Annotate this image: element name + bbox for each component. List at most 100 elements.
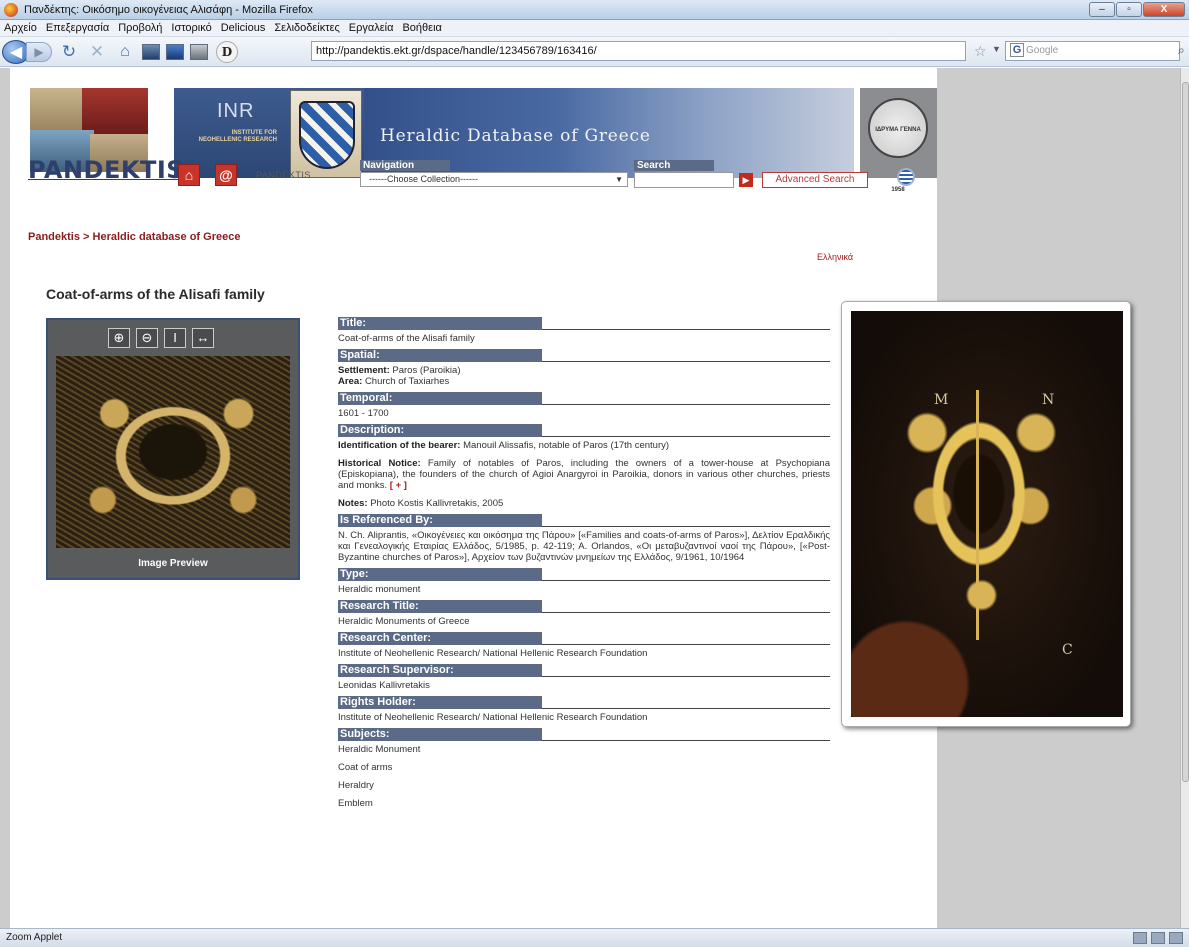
subject-item[interactable]: Coat of arms [338, 759, 830, 777]
subject-item[interactable]: Heraldry [338, 777, 830, 795]
status-bar: Zoom Applet [0, 928, 1189, 947]
image-letter-m: M [934, 392, 949, 408]
field-value-rights-holder: Institute of Neohellenic Research/ Natio… [338, 712, 648, 723]
search-go-button[interactable]: ▶ [739, 173, 753, 187]
menu-history[interactable]: Ιστορικό [171, 22, 211, 34]
coat-of-arms-photo [851, 311, 1123, 717]
field-value-notes: Notes: Photo Kostis Kallivretakis, 2005 [338, 498, 504, 509]
greek-flag-icon[interactable] [897, 168, 915, 186]
advanced-search-button[interactable]: Advanced Search [762, 172, 868, 188]
field-header-subjects: Subjects: [338, 728, 830, 741]
fit-width-icon[interactable]: ↔ [192, 328, 214, 348]
bookmark-star-icon[interactable]: ☆ [974, 43, 987, 60]
inr-subtitle: INSTITUTE FOR NEOHELLENIC RESEARCH [198, 130, 277, 143]
field-value-identification: Identification of the bearer: Manouil Al… [338, 440, 670, 451]
minimize-button[interactable]: – [1089, 2, 1115, 17]
field-value-temporal: 1601 - 1700 [338, 408, 389, 419]
search-icon[interactable]: ⌕ [1178, 43, 1185, 58]
metadata-list: Title: Coat-of-arms of the Alisafi famil… [338, 316, 830, 813]
menu-help[interactable]: Βοήθεια [402, 22, 441, 34]
cross-staff [976, 390, 979, 640]
field-header-referenced-by: Is Referenced By: [338, 514, 830, 527]
image-letter-n: N [1042, 392, 1055, 408]
field-header-type: Type: [338, 568, 830, 581]
fit-height-icon[interactable]: I [164, 328, 186, 348]
contact-email-icon[interactable]: @ [215, 164, 237, 186]
close-button[interactable]: X [1143, 2, 1185, 17]
preview-caption: Image Preview [138, 558, 208, 569]
status-addon-icon-2[interactable] [1151, 932, 1165, 944]
collection-select[interactable]: ------Choose Collection------ ▼ [360, 172, 628, 187]
stop-icon[interactable]: ✕ [86, 41, 108, 63]
field-value-spatial: Settlement: Paros (Paroikia) Area: Churc… [338, 365, 461, 387]
site-favicon-icon: D [216, 40, 238, 63]
collection-select-value: ------Choose Collection------ [369, 174, 479, 184]
scrollbar-thumb[interactable] [1182, 82, 1189, 782]
field-header-title: Title: [338, 317, 830, 330]
vertical-scrollbar[interactable] [1180, 68, 1189, 928]
field-value-research-center: Institute of Neohellenic Research/ Natio… [338, 648, 648, 659]
page-title: Coat-of-arms of the Alisafi family [46, 286, 265, 302]
subject-item[interactable]: Emblem [338, 795, 830, 813]
menu-edit[interactable]: Επεξεργασία [46, 22, 109, 34]
field-value-referenced-by: N. Ch. Aliprantis, «Οικογένειες και οικό… [338, 530, 830, 563]
coat-of-arms-preview-image[interactable] [56, 356, 290, 548]
home-icon[interactable]: ⌂ [114, 41, 136, 63]
inr-logo: INR [217, 100, 255, 122]
maximize-button[interactable]: ▫ [1116, 2, 1142, 17]
field-header-research-center: Research Center: [338, 632, 830, 645]
chevron-down-icon[interactable]: ▼ [615, 173, 623, 186]
toolbar-addon-icon-2[interactable] [166, 43, 184, 60]
menu-bar: Αρχείο Επεξεργασία Προβολή Ιστορικό Deli… [0, 20, 1189, 37]
browser-search-input[interactable]: G Google [1005, 41, 1180, 61]
url-bar[interactable]: http://pandektis.ekt.gr/dspace/handle/12… [311, 41, 966, 61]
shield-image [290, 90, 362, 178]
field-header-research-title: Research Title: [338, 600, 830, 613]
foundation-seal-logo: ΙΔΡΥΜΑ ΓΕΝΝΑ 1958 [868, 98, 928, 193]
pandektis-link[interactable]: PANDEKTIS [256, 170, 311, 180]
search-placeholder: Google [1026, 45, 1059, 56]
zoomed-coat-of-arms-image[interactable]: M N C [841, 301, 1131, 727]
menu-view[interactable]: Προβολή [118, 22, 162, 34]
toolbar-addon-icon[interactable] [142, 43, 160, 60]
browser-viewport: INR INSTITUTE FOR NEOHELLENIC RESEARCH H… [0, 68, 1180, 928]
field-header-description: Description: [338, 424, 830, 437]
field-header-research-supervisor: Research Supervisor: [338, 664, 830, 677]
menu-delicious[interactable]: Delicious [221, 22, 266, 34]
site-search-input[interactable] [634, 172, 734, 188]
image-preview-panel: ⊕ ⊖ I ↔ Image Preview [46, 318, 300, 580]
preview-toolbar: ⊕ ⊖ I ↔ [108, 328, 214, 348]
status-addon-icon-3[interactable] [1169, 932, 1183, 944]
image-letter-c: C [1062, 642, 1073, 658]
navigation-label: Navigation [360, 160, 450, 171]
pandektis-logo[interactable]: PANDEKTIS [28, 156, 184, 184]
zoom-in-icon[interactable]: ⊕ [108, 328, 130, 348]
field-header-rights-holder: Rights Holder: [338, 696, 830, 709]
status-addon-icon[interactable] [1133, 932, 1147, 944]
banner-title: Heraldic Database of Greece [380, 126, 651, 146]
language-link[interactable]: Ελληνικά [817, 252, 853, 262]
google-icon[interactable]: G [1010, 43, 1024, 57]
status-icons [1133, 932, 1183, 944]
menu-tools[interactable]: Εργαλεία [349, 22, 394, 34]
expand-more-link[interactable]: [ + ] [390, 480, 407, 491]
status-text: Zoom Applet [6, 932, 63, 943]
zoom-out-icon[interactable]: ⊖ [136, 328, 158, 348]
subject-item[interactable]: Heraldic Monument [338, 741, 830, 759]
toolbar-addon-icon-3[interactable] [190, 43, 208, 60]
window-controls: – ▫ X [1089, 2, 1185, 17]
menu-file[interactable]: Αρχείο [4, 22, 37, 34]
window-titlebar: Πανδέκτης: Οικόσημο οικογένειας Αλισάφη … [0, 0, 1189, 20]
url-dropdown-icon[interactable]: ▼ [992, 44, 1001, 54]
field-value-type: Heraldic monument [338, 584, 421, 595]
field-value-historical-notice: Historical Notice: Family of notables of… [338, 458, 830, 491]
search-label: Search [634, 160, 714, 171]
field-value-research-title: Heraldic Monuments of Greece [338, 616, 470, 627]
field-value-research-supervisor: Leonidas Kallivretakis [338, 680, 430, 691]
reload-icon[interactable]: ↻ [58, 41, 80, 63]
home-icon[interactable]: ⌂ [178, 164, 200, 186]
breadcrumb[interactable]: Pandektis > Heraldic database of Greece [28, 231, 240, 243]
menu-bookmarks[interactable]: Σελιδοδείκτες [274, 22, 339, 34]
field-value-title: Coat-of-arms of the Alisafi family [338, 333, 475, 344]
forward-button[interactable]: ▶ [26, 41, 52, 62]
